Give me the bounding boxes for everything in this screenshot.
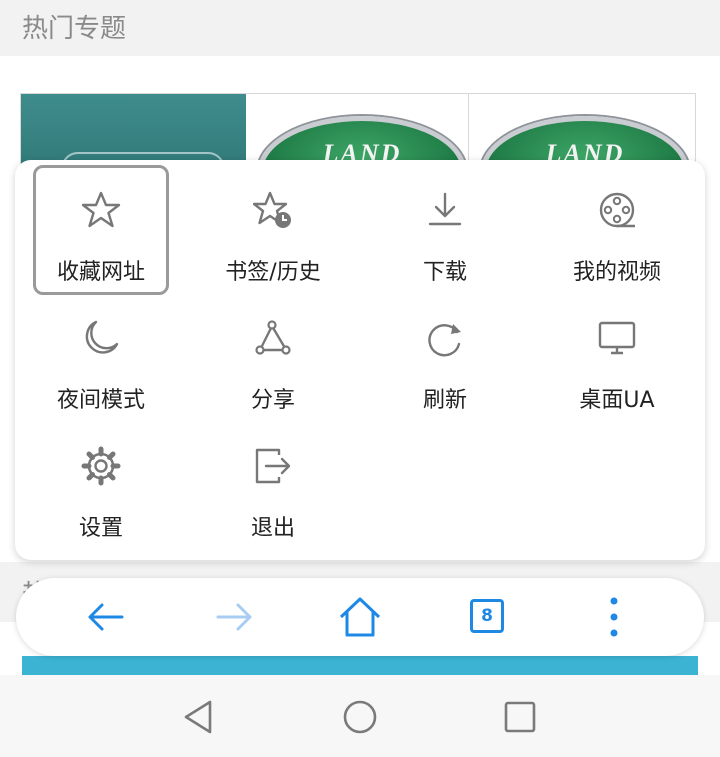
browser-toolbar: 8 bbox=[16, 578, 704, 656]
menu-item-label: 设置 bbox=[78, 516, 123, 541]
exit-icon bbox=[255, 448, 291, 484]
menu-item-label: 书签/历史 bbox=[225, 260, 321, 285]
menu-item-download[interactable]: 下载 bbox=[359, 160, 531, 288]
menu-item-label: 我的视频 bbox=[572, 260, 661, 285]
more-menu-icon[interactable] bbox=[592, 595, 636, 639]
tabs-button[interactable]: 8 bbox=[466, 595, 510, 639]
section-title: 热门专题 bbox=[22, 14, 127, 44]
menu-item-add-favorite[interactable]: 收藏网址 bbox=[15, 160, 187, 295]
menu-item-desktop-ua[interactable]: 桌面UA bbox=[531, 288, 703, 416]
bookmark-history-icon bbox=[253, 191, 291, 228]
menu-item-night-mode[interactable]: 夜间模式 bbox=[15, 288, 187, 416]
menu-item-label: 收藏网址 bbox=[56, 260, 145, 285]
share-icon bbox=[255, 320, 291, 355]
system-nav-bar bbox=[0, 675, 720, 757]
browser-menu: 收藏网址 书签/历史 下载 我的视频 夜间模式 分享 刷新 桌面UA 设置 退出 bbox=[15, 160, 705, 560]
menu-item-label: 分享 bbox=[250, 388, 295, 413]
film-reel-icon bbox=[599, 192, 635, 228]
refresh-icon bbox=[428, 324, 461, 357]
menu-item-exit[interactable]: 退出 bbox=[187, 416, 359, 544]
menu-item-label: 退出 bbox=[250, 516, 295, 541]
menu-item-settings[interactable]: 设置 bbox=[15, 416, 187, 544]
forward-arrow-icon[interactable] bbox=[212, 595, 256, 639]
home-icon[interactable] bbox=[338, 595, 382, 639]
menu-item-share[interactable]: 分享 bbox=[187, 288, 359, 416]
tab-count: 8 bbox=[470, 599, 504, 633]
menu-item-bookmarks-history[interactable]: 书签/历史 bbox=[187, 160, 359, 288]
download-icon bbox=[428, 192, 462, 226]
moon-icon bbox=[85, 320, 119, 354]
gear-icon bbox=[81, 446, 121, 486]
menu-item-label: 刷新 bbox=[422, 388, 467, 413]
nav-home-icon[interactable] bbox=[340, 697, 380, 737]
nav-recents-icon[interactable] bbox=[500, 697, 540, 737]
menu-item-label: 桌面UA bbox=[579, 388, 655, 413]
monitor-icon bbox=[598, 321, 636, 355]
menu-item-refresh[interactable]: 刷新 bbox=[359, 288, 531, 416]
back-arrow-icon[interactable] bbox=[84, 595, 128, 639]
menu-item-label: 下载 bbox=[422, 260, 467, 285]
menu-item-my-videos[interactable]: 我的视频 bbox=[531, 160, 703, 288]
nav-back-icon[interactable] bbox=[180, 697, 220, 737]
star-icon bbox=[81, 191, 121, 228]
menu-item-label: 夜间模式 bbox=[56, 388, 145, 413]
